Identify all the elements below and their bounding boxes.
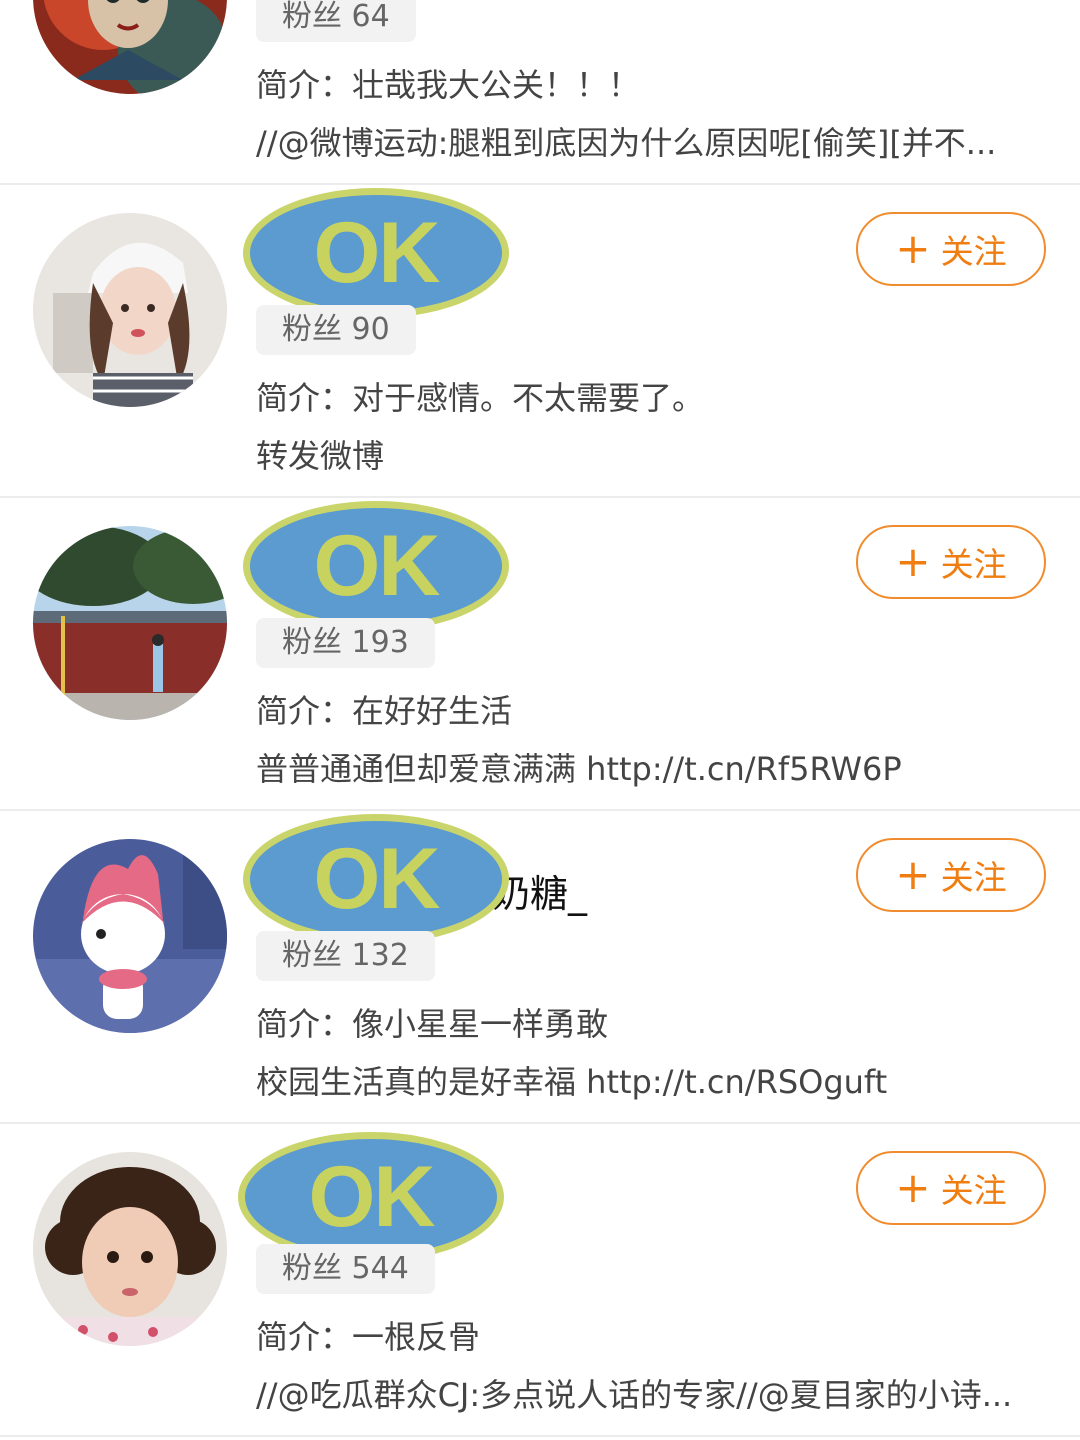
- user-intro: 简介：像小星星一样勇敢: [256, 1005, 609, 1043]
- avatar[interactable]: [33, 213, 227, 407]
- user-intro: 简介：一根反骨: [256, 1318, 481, 1356]
- plus-icon: +: [895, 1163, 931, 1212]
- follow-button[interactable]: + 关注: [856, 838, 1046, 912]
- avatar-image: [33, 839, 227, 1033]
- plus-icon: +: [895, 224, 931, 273]
- avatar[interactable]: [33, 0, 227, 94]
- follow-button[interactable]: + 关注: [856, 525, 1046, 599]
- fans-count-badge: 粉丝 132: [256, 931, 435, 981]
- follow-button-label: 关注: [940, 232, 1007, 271]
- list-item[interactable]: OK 粉丝 544 简介：一根反骨 //@吃瓜群众CJ:多点说人话的专家//@夏…: [0, 1124, 1080, 1437]
- recent-post[interactable]: 校园生活真的是好幸福 http://t.cn/RSOguft: [256, 1057, 1046, 1103]
- plus-icon: +: [895, 850, 931, 899]
- follow-button-label: 关注: [940, 1171, 1007, 1210]
- user-list: 粉丝 64 简介：壮哉我大公关！！！ //@微博运动:腿粗到底因为什么原因呢[偷…: [0, 0, 1080, 1437]
- avatar[interactable]: [33, 1152, 227, 1346]
- ok-sticker: OK: [243, 501, 509, 631]
- avatar[interactable]: [33, 839, 227, 1033]
- user-intro: 简介：壮哉我大公关！！！: [256, 66, 641, 104]
- avatar-image: [33, 1152, 227, 1346]
- list-item[interactable]: OK 粉丝 193 简介：在好好生活 普普通通但却爱意满满 http://t.c…: [0, 498, 1080, 811]
- avatar-image: [33, 526, 227, 720]
- recent-post[interactable]: 转发微博: [256, 431, 1046, 477]
- list-item[interactable]: OK 粉丝 90 简介：对于感情。不太需要了。 转发微博 + 关注: [0, 185, 1080, 498]
- avatar-image: [33, 213, 227, 407]
- fans-count-badge: 粉丝 193: [256, 618, 435, 668]
- ok-sticker: OK: [238, 1132, 504, 1262]
- recent-post[interactable]: 普普通通但却爱意满满 http://t.cn/Rf5RW6P: [256, 744, 1046, 790]
- user-intro: 简介：在好好生活: [256, 692, 513, 730]
- ok-sticker: OK: [243, 188, 509, 318]
- avatar[interactable]: [33, 526, 227, 720]
- user-intro: 简介：对于感情。不太需要了。: [256, 379, 705, 417]
- avatar-image: [33, 0, 227, 94]
- follow-button[interactable]: + 关注: [856, 212, 1046, 286]
- follow-button-label: 关注: [940, 545, 1007, 584]
- list-item[interactable]: 奶糖_ OK 粉丝 132 简介：像小星星一样勇敢 校园生活真的是好幸福 htt…: [0, 811, 1080, 1124]
- follow-button[interactable]: + 关注: [856, 1151, 1046, 1225]
- fans-count-badge: 粉丝 544: [256, 1244, 435, 1294]
- list-item[interactable]: 粉丝 64 简介：壮哉我大公关！！！ //@微博运动:腿粗到底因为什么原因呢[偷…: [0, 0, 1080, 185]
- fans-count-badge: 粉丝 90: [256, 305, 416, 355]
- plus-icon: +: [895, 537, 931, 586]
- follow-button-label: 关注: [940, 858, 1007, 897]
- recent-post[interactable]: //@吃瓜群众CJ:多点说人话的专家//@夏目家的小诗...: [256, 1370, 1046, 1416]
- ok-sticker: OK: [243, 814, 509, 944]
- fans-count-badge: 粉丝 64: [256, 0, 416, 42]
- recent-post[interactable]: //@微博运动:腿粗到底因为什么原因呢[偷笑][并不...: [256, 118, 1046, 164]
